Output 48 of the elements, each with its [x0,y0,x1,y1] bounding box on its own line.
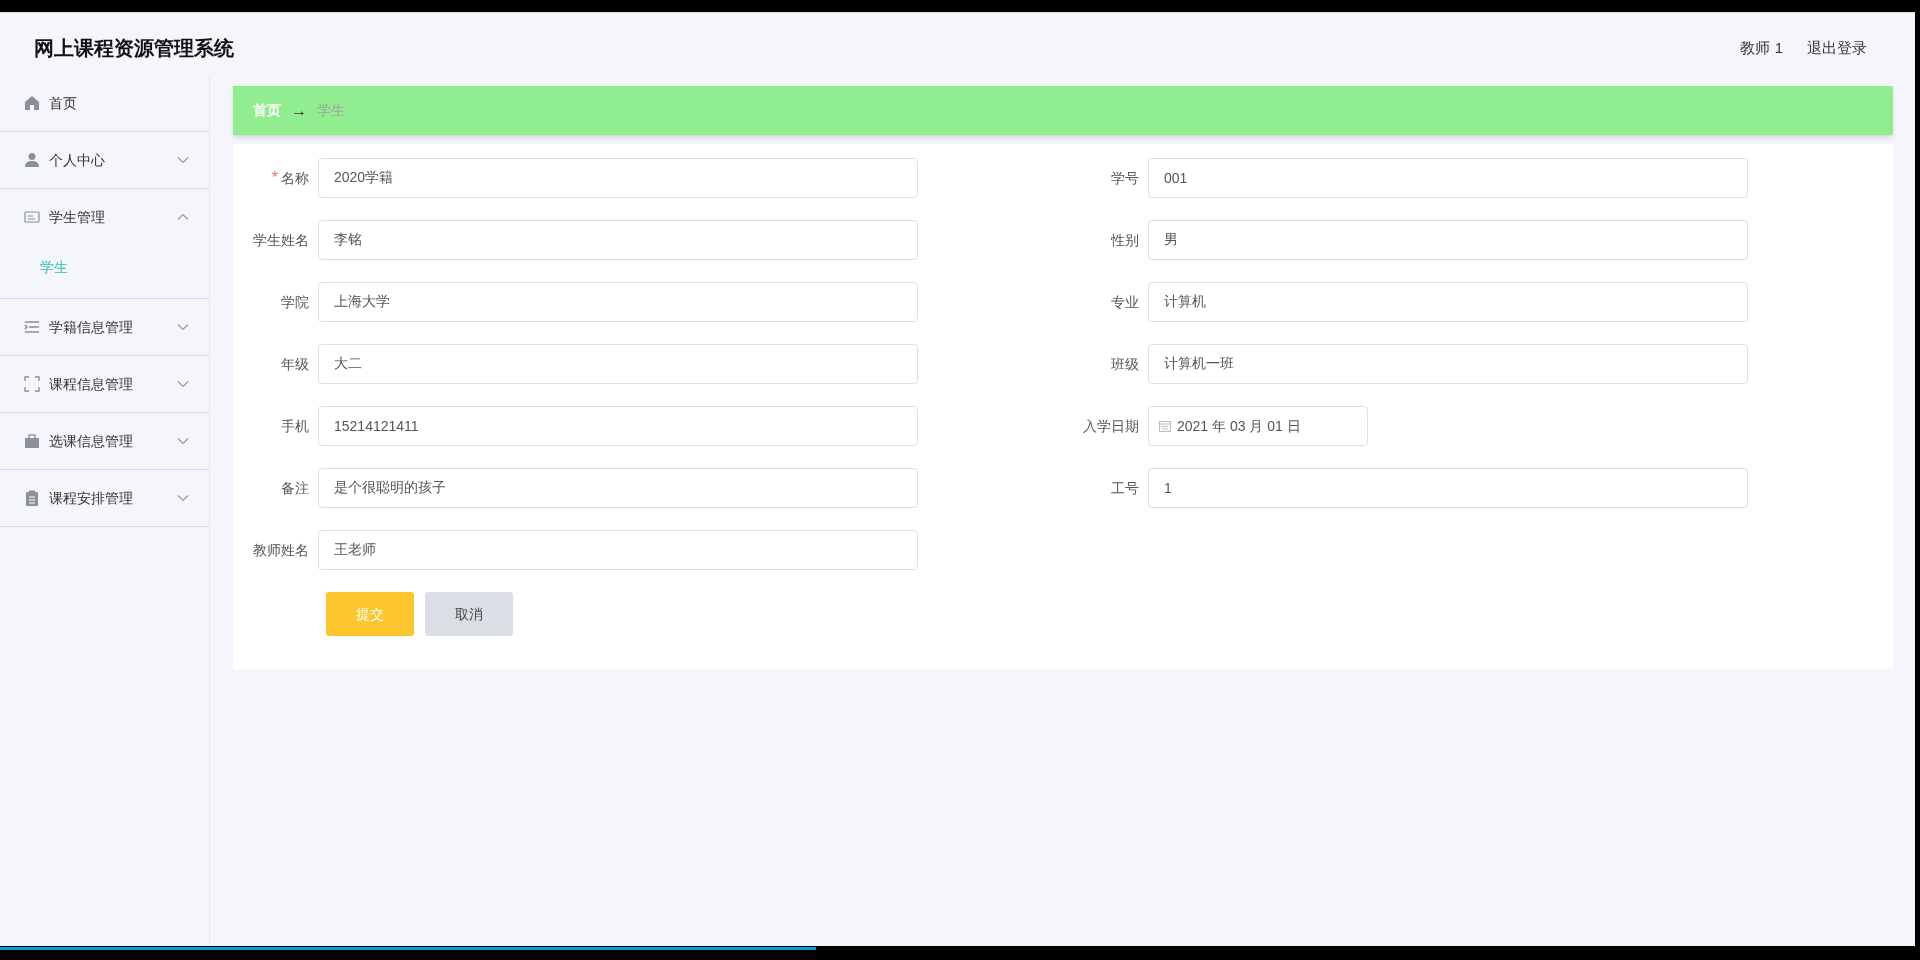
input-field[interactable]: 王老师 [318,530,918,570]
field-label: 工号 [1110,478,1140,498]
field-label: 专业 [1110,292,1140,312]
input-field[interactable]: 1 [1148,468,1748,508]
date-field[interactable]: 2021 年 03 月 01 日 [1148,406,1368,446]
field-label: 备注 [280,478,310,498]
input-field[interactable]: 2020学籍 [318,158,918,198]
input-field[interactable]: 计算机一班 [1148,344,1748,384]
card-icon [24,209,40,225]
sidebar-item[interactable]: 学生管理 [0,189,209,245]
field-label: 性别 [1109,230,1140,250]
sidebar-item[interactable]: 个人中心 [0,132,209,188]
input-field[interactable]: 李铭 [318,220,918,260]
field-label: 年级 [280,354,310,374]
field-label: 名称 [281,168,309,188]
frame-corners-icon [24,376,40,392]
sidebar-item[interactable]: 课程安排管理 [0,470,209,526]
input-field[interactable]: 001 [1148,158,1748,198]
home-icon [24,95,40,111]
field-label: 学生姓名 [252,230,310,250]
input-field[interactable]: 计算机 [1148,282,1748,322]
breadcrumb-arrow: → [291,100,307,121]
field-label: 学院 [280,292,310,312]
field-label: 学号 [1110,168,1140,188]
calendar-icon [1159,420,1171,432]
input-field[interactable]: 15214121411 [318,406,918,446]
input-field[interactable]: 大二 [318,344,918,384]
logout-link[interactable]: 退出登录 [1807,36,1867,60]
field-label: 班级 [1110,354,1140,374]
briefcase-icon [24,433,40,449]
clipboard-icon [24,490,40,506]
input-field[interactable]: 男 [1148,220,1748,260]
input-field[interactable]: 上海大学 [318,282,918,322]
app-title: 网上课程资源管理系统 [34,36,234,61]
user-icon [24,152,40,168]
sidebar-item[interactable]: 选课信息管理 [0,413,209,469]
field-label: 教师姓名 [252,540,310,560]
field-label: 入学日期 [1082,416,1140,436]
breadcrumb-current: 学生 [317,101,345,120]
input-field[interactable]: 是个很聪明的孩子 [318,468,918,508]
sidebar-item[interactable]: 首页 [0,75,209,131]
required-asterisk: * [271,168,278,188]
sidebar-item[interactable]: 课程信息管理 [0,356,209,412]
sidebar-item[interactable]: 学籍信息管理 [0,299,209,355]
field-label: 手机 [280,416,310,436]
list-icon [24,319,40,335]
cancel-button[interactable]: 取消 [425,592,513,636]
user-name: 教师 1 [1740,37,1783,58]
